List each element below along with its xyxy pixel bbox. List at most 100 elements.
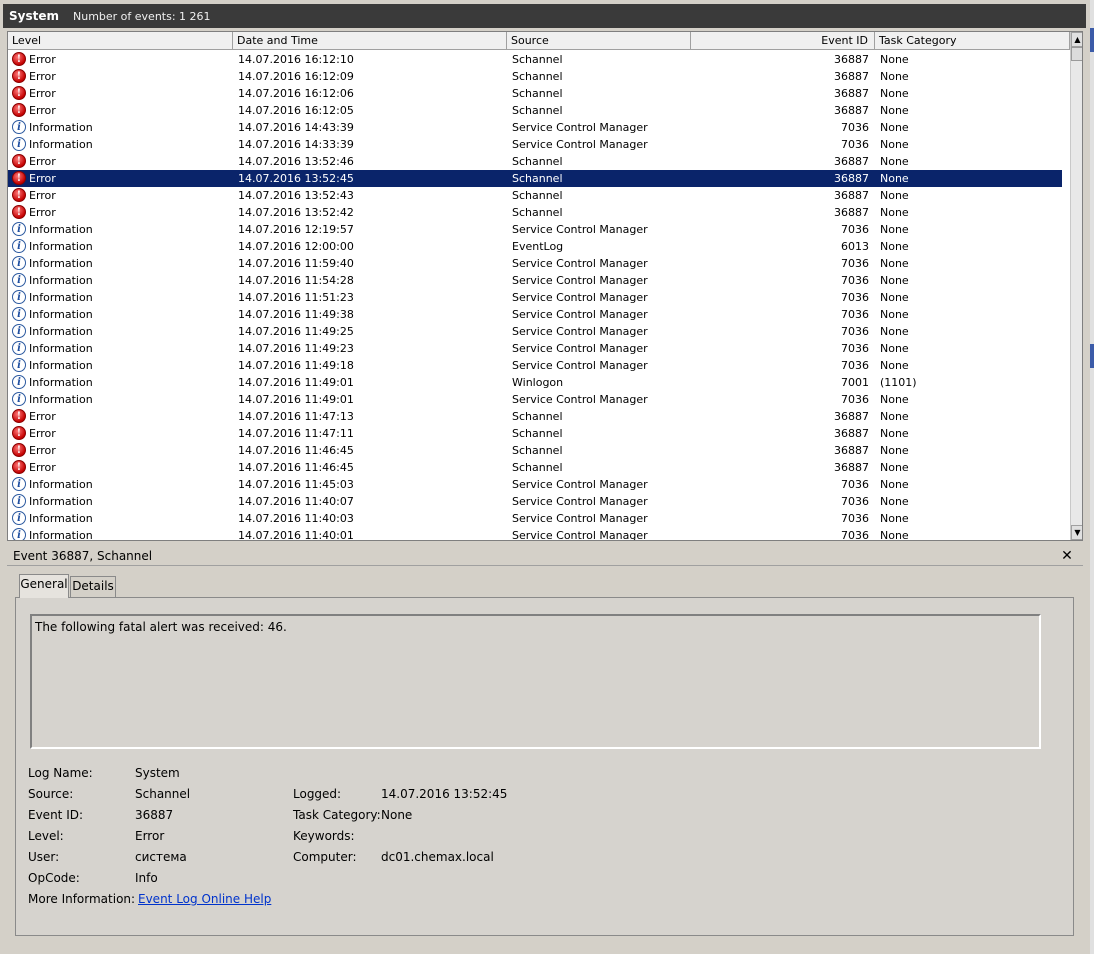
information-circle-icon: i bbox=[12, 494, 26, 508]
error-circle-icon: ! bbox=[12, 188, 26, 202]
cell-date-time: 14.07.2016 11:40:03 bbox=[238, 512, 354, 525]
cell-date-time: 14.07.2016 11:40:01 bbox=[238, 529, 354, 541]
cell-level: Information bbox=[29, 478, 93, 491]
scroll-up-arrow-icon[interactable]: ▲ bbox=[1071, 32, 1082, 47]
cell-source: Service Control Manager bbox=[512, 393, 648, 406]
table-row[interactable]: i Information 14.07.2016 11:45:03 Service C… bbox=[8, 476, 1062, 493]
cell-level: Information bbox=[29, 393, 93, 406]
cell-event-id: 7036 bbox=[841, 393, 869, 406]
cell-level: Information bbox=[29, 274, 93, 287]
table-row[interactable]: ! Error 14.07.2016 13:52:43 Schannel 36887 No… bbox=[8, 187, 1062, 204]
table-row[interactable]: ! Error 14.07.2016 13:52:46 Schannel 36887 No… bbox=[8, 153, 1062, 170]
cell-event-id: 7036 bbox=[841, 512, 869, 525]
cell-level: Error bbox=[29, 70, 56, 83]
cell-level: Error bbox=[29, 189, 56, 202]
label-log-name: Log Name: bbox=[28, 766, 93, 780]
information-circle-icon: i bbox=[12, 392, 26, 406]
scroll-down-arrow-icon[interactable]: ▼ bbox=[1071, 525, 1082, 540]
error-circle-icon: ! bbox=[12, 69, 26, 83]
column-header-date[interactable]: Date and Time bbox=[233, 32, 507, 50]
cell-event-id: 7036 bbox=[841, 529, 869, 541]
cell-source: Service Control Manager bbox=[512, 359, 648, 372]
table-row[interactable]: ! Error 14.07.2016 13:52:42 Schannel 36887 No… bbox=[8, 204, 1062, 221]
table-row[interactable]: ! Error 14.07.2016 16:12:06 Schannel 36887 No… bbox=[8, 85, 1062, 102]
column-header-level[interactable]: Level bbox=[8, 32, 233, 50]
label-task-category: Task Category: bbox=[293, 808, 381, 822]
cell-date-time: 14.07.2016 14:33:39 bbox=[238, 138, 354, 151]
cell-date-time: 14.07.2016 13:52:42 bbox=[238, 206, 354, 219]
cell-task-category: None bbox=[880, 155, 909, 168]
cell-source: Schannel bbox=[512, 189, 563, 202]
table-row[interactable]: i Information 14.07.2016 11:49:01 Service C… bbox=[8, 391, 1062, 408]
cell-task-category: None bbox=[880, 478, 909, 491]
cell-task-category: None bbox=[880, 461, 909, 474]
table-row[interactable]: i Information 14.07.2016 11:49:25 Service C… bbox=[8, 323, 1062, 340]
cell-date-time: 14.07.2016 13:52:43 bbox=[238, 189, 354, 202]
table-row[interactable]: ! Error 14.07.2016 11:47:13 Schannel 36887 No… bbox=[8, 408, 1062, 425]
table-row[interactable]: ! Error 14.07.2016 13:52:45 Schannel 36887 No… bbox=[8, 170, 1062, 187]
information-circle-icon: i bbox=[12, 511, 26, 525]
cell-source: Schannel bbox=[512, 53, 563, 66]
table-row[interactable]: i Information 14.07.2016 11:59:40 Service C… bbox=[8, 255, 1062, 272]
information-circle-icon: i bbox=[12, 528, 26, 540]
cell-event-id: 36887 bbox=[834, 206, 869, 219]
scrollbar-thumb[interactable] bbox=[1071, 47, 1082, 61]
table-row[interactable]: i Information 14.07.2016 11:40:07 Service C… bbox=[8, 493, 1062, 510]
cell-level: Error bbox=[29, 155, 56, 168]
table-row[interactable]: ! Error 14.07.2016 16:12:05 Schannel 36887 No… bbox=[8, 102, 1062, 119]
table-row[interactable]: i Information 14.07.2016 11:49:38 Service C… bbox=[8, 306, 1062, 323]
event-description-box[interactable]: The following fatal alert was received: … bbox=[30, 614, 1041, 749]
cell-event-id: 36887 bbox=[834, 104, 869, 117]
grid-vertical-scrollbar[interactable]: ▲ ▼ bbox=[1070, 32, 1082, 540]
cell-event-id: 7036 bbox=[841, 342, 869, 355]
error-circle-icon: ! bbox=[12, 443, 26, 457]
cell-date-time: 14.07.2016 12:00:00 bbox=[238, 240, 354, 253]
table-row[interactable]: i Information 14.07.2016 11:51:23 Service C… bbox=[8, 289, 1062, 306]
cell-level: Information bbox=[29, 359, 93, 372]
cell-task-category: None bbox=[880, 121, 909, 134]
table-row[interactable]: ! Error 14.07.2016 11:46:45 Schannel 36887 No… bbox=[8, 442, 1062, 459]
events-grid[interactable]: Level Date and Time Source Event ID Task… bbox=[7, 31, 1083, 541]
close-icon[interactable]: ✕ bbox=[1060, 546, 1074, 566]
event-log-online-help-link[interactable]: Event Log Online Help bbox=[138, 892, 271, 906]
cell-source: Service Control Manager bbox=[512, 274, 648, 287]
table-row[interactable]: i Information 14.07.2016 11:40:03 Service C… bbox=[8, 510, 1062, 527]
cell-source: Schannel bbox=[512, 461, 563, 474]
cell-date-time: 14.07.2016 16:12:10 bbox=[238, 53, 354, 66]
cell-task-category: None bbox=[880, 274, 909, 287]
table-row[interactable]: i Information 14.07.2016 11:49:23 Service C… bbox=[8, 340, 1062, 357]
label-more-information: More Information: bbox=[28, 892, 136, 906]
cell-event-id: 7001 bbox=[841, 376, 869, 389]
table-row[interactable]: ! Error 14.07.2016 16:12:10 Schannel 36887 No… bbox=[8, 51, 1062, 68]
cell-event-id: 36887 bbox=[834, 87, 869, 100]
cell-task-category: None bbox=[880, 53, 909, 66]
cell-level: Error bbox=[29, 461, 56, 474]
table-row[interactable]: i Information 14.07.2016 11:40:01 Service C… bbox=[8, 527, 1062, 541]
value-source: Schannel bbox=[135, 787, 191, 801]
table-row[interactable]: ! Error 14.07.2016 16:12:09 Schannel 36887 No… bbox=[8, 68, 1062, 85]
label-level: Level: bbox=[28, 829, 64, 843]
tab-general[interactable]: General bbox=[19, 574, 69, 598]
table-row[interactable]: i Information 14.07.2016 14:43:39 Service C… bbox=[8, 119, 1062, 136]
table-row[interactable]: i Information 14.07.2016 11:49:18 Service C… bbox=[8, 357, 1062, 374]
column-header-source[interactable]: Source bbox=[507, 32, 691, 50]
cell-level: Error bbox=[29, 427, 56, 440]
table-row[interactable]: i Information 14.07.2016 12:00:00 EventLog 6… bbox=[8, 238, 1062, 255]
cell-source: Schannel bbox=[512, 444, 563, 457]
tab-details[interactable]: Details bbox=[70, 576, 116, 597]
cell-date-time: 14.07.2016 11:40:07 bbox=[238, 495, 354, 508]
cell-level: Information bbox=[29, 223, 93, 236]
table-row[interactable]: ! Error 14.07.2016 11:47:11 Schannel 36887 No… bbox=[8, 425, 1062, 442]
table-row[interactable]: ! Error 14.07.2016 11:46:45 Schannel 36887 No… bbox=[8, 459, 1062, 476]
column-header-task-category[interactable]: Task Category bbox=[875, 32, 1070, 50]
label-keywords: Keywords: bbox=[293, 829, 355, 843]
error-circle-icon: ! bbox=[12, 52, 26, 66]
table-row[interactable]: i Information 14.07.2016 11:49:01 Winlogon 7… bbox=[8, 374, 1062, 391]
cell-level: Error bbox=[29, 172, 56, 185]
table-row[interactable]: i Information 14.07.2016 12:19:57 Service C… bbox=[8, 221, 1062, 238]
cell-event-id: 7036 bbox=[841, 274, 869, 287]
table-row[interactable]: i Information 14.07.2016 11:54:28 Service C… bbox=[8, 272, 1062, 289]
table-row[interactable]: i Information 14.07.2016 14:33:39 Service C… bbox=[8, 136, 1062, 153]
column-header-event-id[interactable]: Event ID bbox=[691, 32, 875, 50]
cell-source: Service Control Manager bbox=[512, 291, 648, 304]
